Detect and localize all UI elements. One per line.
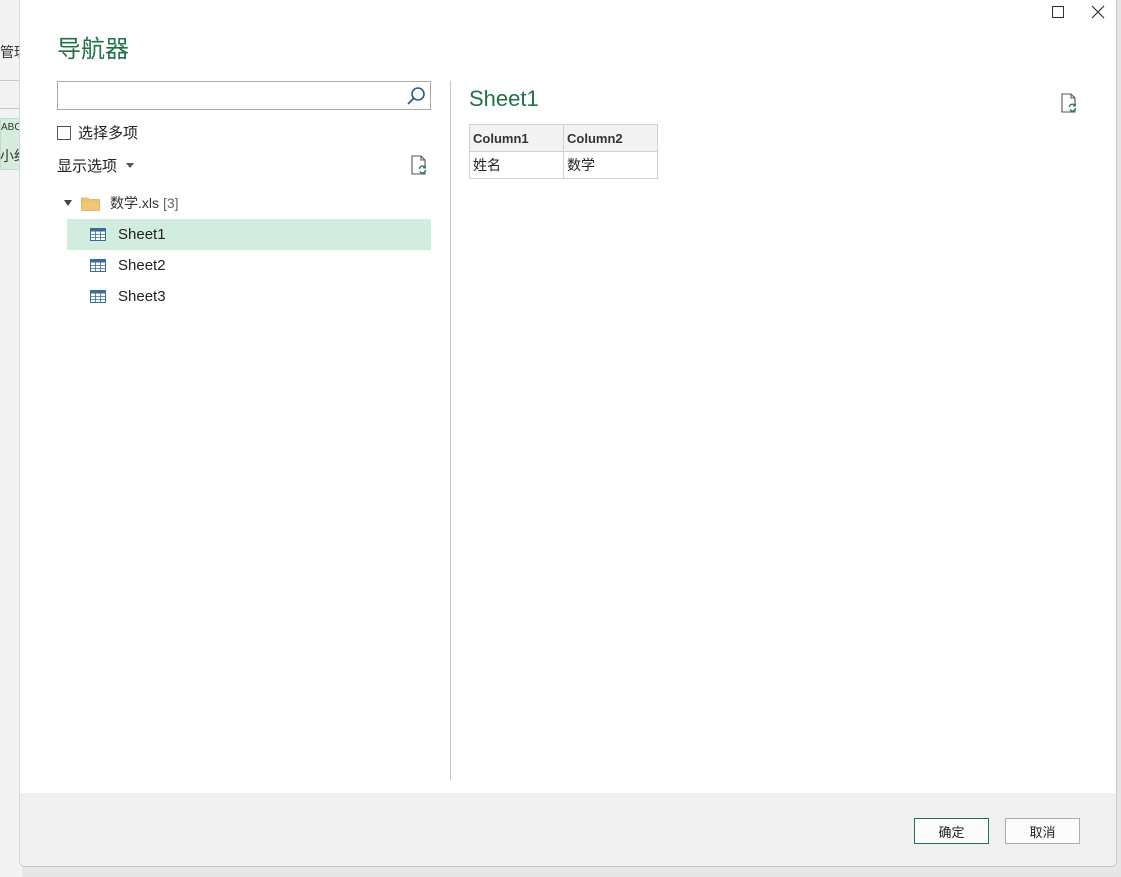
maximize-icon: [1052, 6, 1064, 18]
navigator-dialog: 导航器 选择多项 显示选项 数学.xls [3] Sheet1 Sheet2 S…: [19, 0, 1117, 867]
tree-item-label: Sheet3: [118, 288, 166, 305]
search-box[interactable]: [57, 81, 431, 110]
cancel-button[interactable]: 取消: [1005, 818, 1080, 844]
chevron-down-icon: [126, 163, 135, 168]
close-icon: [1091, 5, 1105, 19]
table-row: 姓名 数学: [469, 151, 658, 179]
table-icon: [90, 259, 106, 272]
dialog-footer: 确定 取消: [20, 793, 1116, 866]
table-icon: [90, 228, 106, 241]
folder-icon: [81, 197, 100, 211]
tree-item-sheet1[interactable]: Sheet1: [67, 219, 431, 250]
search-icon[interactable]: [405, 85, 427, 107]
select-multiple-label: 选择多项: [78, 125, 139, 142]
display-options-label: 显示选项: [57, 158, 118, 175]
tree-item-sheet2[interactable]: Sheet2: [67, 250, 431, 281]
tree-item-label: Sheet1: [118, 226, 166, 243]
tree-root-count: [3]: [163, 195, 179, 211]
table-cell: 姓名: [469, 151, 564, 179]
maximize-button[interactable]: [1038, 0, 1078, 24]
preview-header-row: Column1 Column2: [469, 124, 658, 152]
pane-divider[interactable]: [450, 81, 451, 780]
preview-column-header: Column2: [563, 124, 658, 152]
expand-icon[interactable]: [64, 200, 72, 206]
tree-item-sheet3[interactable]: Sheet3: [67, 281, 431, 312]
ok-button[interactable]: 确定: [914, 818, 989, 844]
tree-item-label: Sheet2: [118, 257, 166, 274]
preview-table: Column1 Column2 姓名 数学: [469, 124, 658, 179]
select-multiple-checkbox[interactable]: [57, 125, 71, 140]
tree-root-name: 数学.xls: [110, 195, 159, 211]
table-cell: 数学: [563, 151, 658, 179]
tree-root-file[interactable]: 数学.xls [3]: [64, 191, 179, 215]
search-input[interactable]: [58, 82, 398, 109]
preview-column-header: Column1: [469, 124, 564, 152]
display-options-dropdown[interactable]: 显示选项: [57, 155, 135, 176]
preview-title: Sheet1: [469, 86, 539, 111]
dialog-title: 导航器: [57, 36, 129, 63]
close-button[interactable]: [1078, 0, 1116, 24]
refresh-icon[interactable]: [1058, 92, 1080, 114]
refresh-icon[interactable]: [408, 154, 430, 176]
table-icon: [90, 290, 106, 303]
select-multiple[interactable]: 选择多项: [57, 122, 138, 143]
